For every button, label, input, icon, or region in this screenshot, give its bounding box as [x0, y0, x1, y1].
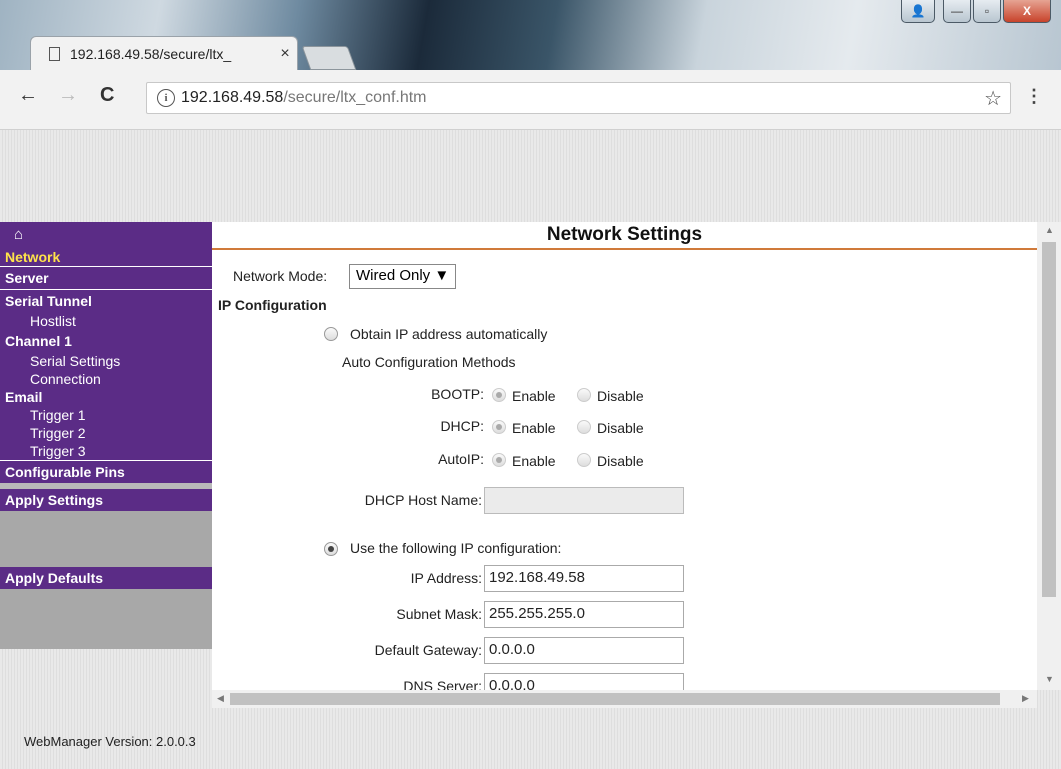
- window-titlebar: 192.168.49.58/secure/ltx_ × 👤 — ▫ X: [0, 0, 1061, 70]
- sidebar-item-trigger-3[interactable]: Trigger 3: [0, 442, 212, 460]
- page-area: ⌂ Network Server Serial Tunnel Hostlist …: [0, 130, 1061, 769]
- dhcp-enable-label: Enable: [512, 420, 556, 436]
- sidebar-item-server[interactable]: Server: [0, 266, 212, 289]
- subnet-mask-input[interactable]: 255.255.255.0: [484, 601, 684, 628]
- version-footer: WebManager Version: 2.0.0.3: [24, 734, 196, 749]
- sidebar-item-serial-settings[interactable]: Serial Settings: [0, 352, 212, 370]
- sidebar-spacer: [0, 589, 212, 649]
- url-host: 192.168.49.58: [181, 89, 284, 106]
- vertical-scrollbar[interactable]: ▲ ▼: [1037, 222, 1061, 690]
- address-bar[interactable]: i 192.168.49.58/secure/ltx_conf.htm ☆: [146, 82, 1011, 114]
- auto-methods-label: Auto Configuration Methods: [342, 354, 516, 370]
- ip-config-heading: IP Configuration: [218, 297, 327, 313]
- sidebar-item-network[interactable]: Network: [0, 248, 212, 266]
- scroll-up-icon[interactable]: ▲: [1045, 225, 1054, 235]
- dhcp-host-label: DHCP Host Name:: [364, 492, 482, 508]
- dhcp-disable-radio[interactable]: [577, 420, 591, 434]
- network-mode-label: Network Mode:: [233, 268, 328, 284]
- url-path: /secure/ltx_conf.htm: [283, 89, 427, 106]
- bookmark-star-icon[interactable]: ☆: [984, 86, 1002, 111]
- url-text[interactable]: 192.168.49.58/secure/ltx_conf.htm: [181, 89, 984, 107]
- horizontal-scroll-thumb[interactable]: [230, 693, 1000, 705]
- page-title: Network Settings: [212, 222, 1037, 250]
- bootp-enable-label: Enable: [512, 388, 556, 404]
- browser-toolbar: ← → C i 192.168.49.58/secure/ltx_conf.ht…: [0, 70, 1061, 130]
- sidebar-item-serial-tunnel[interactable]: Serial Tunnel: [0, 289, 212, 312]
- new-tab-button[interactable]: [301, 46, 357, 70]
- default-gateway-input[interactable]: 0.0.0.0: [484, 637, 684, 664]
- maximize-button[interactable]: ▫: [973, 0, 1001, 23]
- sidebar-item-configurable-pins[interactable]: Configurable Pins: [0, 460, 212, 483]
- vertical-scroll-thumb[interactable]: [1042, 242, 1056, 597]
- browser-tab[interactable]: 192.168.49.58/secure/ltx_ ×: [30, 36, 298, 70]
- settings-panel: Network Settings Network Mode: Wired Onl…: [212, 222, 1037, 690]
- user-icon[interactable]: 👤: [901, 0, 935, 23]
- sidebar-item-channel-1[interactable]: Channel 1: [0, 330, 212, 352]
- sidebar-item-trigger-2[interactable]: Trigger 2: [0, 424, 212, 442]
- subnet-mask-label: Subnet Mask:: [396, 606, 482, 622]
- reload-button[interactable]: C: [100, 84, 114, 107]
- sidebar-menu: Network Server Serial Tunnel Hostlist Ch…: [0, 248, 212, 649]
- bootp-label: BOOTP:: [431, 386, 484, 402]
- obtain-auto-label: Obtain IP address automatically: [350, 326, 548, 342]
- window-controls: 👤 — ▫ X: [901, 0, 1051, 23]
- back-button[interactable]: ←: [18, 84, 38, 107]
- dhcp-label: DHCP:: [440, 418, 484, 434]
- dhcp-enable-radio[interactable]: [492, 420, 506, 434]
- dns-server-label: DNS Server:: [403, 678, 482, 690]
- forward-button[interactable]: →: [58, 84, 78, 107]
- horizontal-scrollbar[interactable]: ◀ ▶: [212, 690, 1037, 708]
- autoip-enable-radio[interactable]: [492, 453, 506, 467]
- sidebar-item-hostlist[interactable]: Hostlist: [0, 312, 212, 330]
- use-following-label: Use the following IP configuration:: [350, 540, 562, 556]
- apply-defaults-button[interactable]: Apply Defaults: [0, 567, 212, 589]
- scroll-right-icon[interactable]: ▶: [1022, 693, 1029, 704]
- default-gateway-label: Default Gateway:: [374, 642, 482, 658]
- dhcp-disable-label: Disable: [597, 420, 644, 436]
- sidebar-spacer: [0, 511, 212, 567]
- home-row[interactable]: ⌂: [0, 222, 212, 248]
- bootp-enable-radio[interactable]: [492, 388, 506, 402]
- sidebar-item-connection[interactable]: Connection: [0, 370, 212, 388]
- autoip-disable-radio[interactable]: [577, 453, 591, 467]
- dhcp-host-input[interactable]: [484, 487, 684, 514]
- home-icon[interactable]: ⌂: [14, 226, 23, 243]
- scroll-left-icon[interactable]: ◀: [217, 693, 224, 704]
- info-icon[interactable]: i: [157, 89, 175, 107]
- bootp-disable-label: Disable: [597, 388, 644, 404]
- network-mode-select[interactable]: Wired Only ▼: [349, 264, 457, 289]
- use-following-radio[interactable]: [324, 542, 338, 556]
- tab-title: 192.168.49.58/secure/ltx_: [70, 45, 232, 62]
- sidebar-item-email[interactable]: Email: [0, 388, 212, 406]
- ip-address-label: IP Address:: [410, 570, 482, 586]
- ip-address-input[interactable]: 192.168.49.58: [484, 565, 684, 592]
- autoip-label: AutoIP:: [438, 451, 484, 467]
- apply-settings-button[interactable]: Apply Settings: [0, 489, 212, 511]
- sidebar: ⌂ Network Server Serial Tunnel Hostlist …: [0, 222, 212, 722]
- browser-menu-icon[interactable]: ⋮: [1025, 86, 1043, 107]
- document-icon: [49, 46, 60, 61]
- bootp-disable-radio[interactable]: [577, 388, 591, 402]
- autoip-enable-label: Enable: [512, 453, 556, 469]
- autoip-disable-label: Disable: [597, 453, 644, 469]
- tab-close-icon[interactable]: ×: [273, 45, 297, 63]
- dns-server-input[interactable]: 0.0.0.0: [484, 673, 684, 690]
- sidebar-item-trigger-1[interactable]: Trigger 1: [0, 406, 212, 424]
- scroll-down-icon[interactable]: ▼: [1045, 674, 1054, 684]
- obtain-auto-radio[interactable]: [324, 327, 338, 341]
- minimize-button[interactable]: —: [943, 0, 971, 23]
- close-window-button[interactable]: X: [1003, 0, 1051, 23]
